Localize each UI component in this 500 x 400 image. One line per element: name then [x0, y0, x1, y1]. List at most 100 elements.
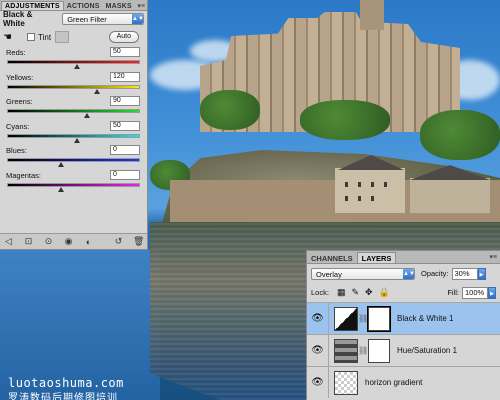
layer-mask-thumbnail[interactable]: [368, 338, 390, 363]
slider-track[interactable]: [7, 158, 140, 162]
preset-value: Green Filter: [67, 15, 107, 24]
slider-reds: Reds: 50: [0, 45, 147, 70]
adjustments-footer: ◁ ⊡ ⊙ ◉ ◐ ↺ 🗑: [0, 233, 147, 249]
slider-value-field[interactable]: 0: [110, 169, 140, 180]
layer-row[interactable]: 👁 horizon gradient: [307, 366, 500, 398]
layer-mask-thumbnail[interactable]: [367, 305, 391, 332]
window: [371, 196, 374, 201]
chevron-right-icon[interactable]: ▶: [488, 286, 496, 299]
tab-layers[interactable]: LAYERS: [356, 252, 397, 263]
link-icon[interactable]: ⛓: [358, 314, 368, 323]
slider-thumb[interactable]: [73, 64, 80, 69]
lock-transparency-icon[interactable]: ▦: [337, 287, 346, 298]
layer-row[interactable]: 👁 ⛓ Black & White 1: [307, 302, 500, 334]
adjustments-panel: ADJUSTMENTS ACTIONS MASKS ▾≡ Black & Whi…: [0, 0, 148, 250]
tint-label: Tint: [38, 32, 52, 42]
opacity-field[interactable]: 30%: [451, 267, 478, 280]
slider-track[interactable]: [7, 84, 140, 89]
slider-blues: Blues: 0: [0, 143, 147, 168]
layers-tabbar: CHANNELS LAYERS ▾≡: [307, 251, 500, 264]
slider-label: Greens:: [6, 97, 33, 106]
reset-icon[interactable]: ↺: [113, 236, 124, 247]
slider-thumb[interactable]: [93, 88, 100, 94]
tab-channels[interactable]: CHANNELS: [307, 253, 357, 263]
window: [358, 196, 361, 201]
lock-label: Lock:: [311, 288, 329, 297]
tint-color-swatch[interactable]: [55, 31, 70, 43]
window: [345, 182, 348, 187]
adjustment-header: Black & White Green Filter ▲▼: [0, 10, 147, 28]
eye-icon[interactable]: 👁: [307, 303, 329, 334]
panel-title: Black & White: [3, 10, 33, 28]
trees: [300, 100, 390, 140]
slider-cyans: Cyans: 50: [0, 119, 147, 144]
slider-value-field[interactable]: 50: [110, 47, 140, 57]
window: [345, 196, 348, 201]
hue-saturation-thumbnail: [334, 338, 358, 363]
panel-menu-icon[interactable]: ▾≡: [137, 2, 145, 10]
trees: [420, 110, 500, 160]
tab-masks[interactable]: MASKS: [103, 2, 135, 10]
slider-value-field[interactable]: 50: [110, 120, 140, 131]
slider-label: Blues:: [6, 146, 27, 155]
window: [371, 182, 374, 187]
layers-panel: CHANNELS LAYERS ▾≡ Overlay ▲▼ Opacity: 3…: [306, 250, 500, 400]
slider-label: Reds:: [6, 48, 26, 57]
trash-icon[interactable]: 🗑: [133, 236, 144, 247]
fill-label: Fill:: [447, 288, 459, 297]
chevron-right-icon[interactable]: ▶: [477, 267, 486, 280]
opacity-label: Opacity:: [421, 269, 449, 278]
view-previous-icon[interactable]: ◐: [83, 237, 94, 247]
layer-name: Black & White 1: [397, 314, 454, 323]
clip-to-layer-icon[interactable]: ⊙: [43, 236, 54, 247]
eye-icon[interactable]: 👁: [307, 335, 329, 366]
preset-select[interactable]: Green Filter ▲▼: [62, 13, 144, 25]
window: [384, 182, 387, 187]
layer-thumbnail: [334, 370, 358, 395]
adjustments-tabbar: ADJUSTMENTS ACTIONS MASKS ▾≡: [0, 0, 147, 11]
panel-menu-icon[interactable]: ▾≡: [489, 253, 497, 261]
layer-row[interactable]: 👁 ⛓ Hue/Saturation 1: [307, 334, 500, 366]
blend-row: Overlay ▲▼ Opacity: 30% ▶: [307, 264, 500, 283]
slider-value-field[interactable]: 90: [110, 96, 140, 106]
slider-magentas: Magentas: 0: [0, 168, 147, 193]
layer-name: horizon gradient: [365, 378, 423, 387]
slider-label: Cyans:: [6, 121, 30, 131]
house: [410, 178, 490, 213]
eye-icon[interactable]: 👁: [307, 367, 329, 398]
slider-yellows: Yellows: 120: [0, 70, 147, 95]
fill-field[interactable]: 100%: [462, 286, 488, 299]
return-to-list-icon[interactable]: ◁: [3, 236, 14, 247]
tab-actions[interactable]: ACTIONS: [64, 2, 103, 10]
visibility-icon[interactable]: ◉: [63, 236, 74, 247]
bw-adjustment-thumbnail: [334, 306, 358, 331]
tab-adjustments[interactable]: ADJUSTMENTS: [1, 1, 64, 10]
lock-all-icon[interactable]: 🔒: [379, 287, 390, 298]
auto-button[interactable]: Auto: [108, 31, 139, 43]
slider-track[interactable]: [7, 182, 140, 187]
lock-position-icon[interactable]: ✥: [365, 287, 373, 298]
slider-label: Yellows:: [6, 72, 34, 82]
blend-mode-select[interactable]: Overlay ▲▼: [311, 267, 415, 280]
link-icon[interactable]: ⛓: [358, 346, 368, 355]
slider-greens: Greens: 90: [0, 94, 147, 119]
slider-value-field[interactable]: 0: [110, 145, 140, 155]
slider-thumb[interactable]: [57, 162, 64, 167]
layer-name: Hue/Saturation 1: [397, 346, 458, 355]
expand-view-icon[interactable]: ⊡: [23, 236, 34, 247]
lock-icons: ▦ ✎ ✥ 🔒: [337, 287, 390, 298]
targeted-adjustment-hand-icon[interactable]: ☚: [3, 32, 17, 43]
abbey-tower: [360, 0, 384, 30]
slider-track[interactable]: [7, 109, 140, 113]
lock-row: Lock: ▦ ✎ ✥ 🔒 Fill: 100% ▶: [307, 283, 500, 302]
tint-checkbox[interactable]: [27, 33, 35, 41]
slider-thumb[interactable]: [84, 113, 91, 118]
slider-label: Magentas:: [6, 170, 42, 180]
slider-thumb[interactable]: [57, 186, 64, 192]
lock-pixels-icon[interactable]: ✎: [351, 287, 359, 298]
slider-thumb[interactable]: [73, 137, 80, 143]
slider-value-field[interactable]: 120: [110, 71, 140, 82]
watermark-caption: 罗涛数码后期修图培训: [8, 393, 118, 400]
trees: [200, 90, 260, 130]
chevron-down-icon: ▲▼: [132, 14, 144, 24]
